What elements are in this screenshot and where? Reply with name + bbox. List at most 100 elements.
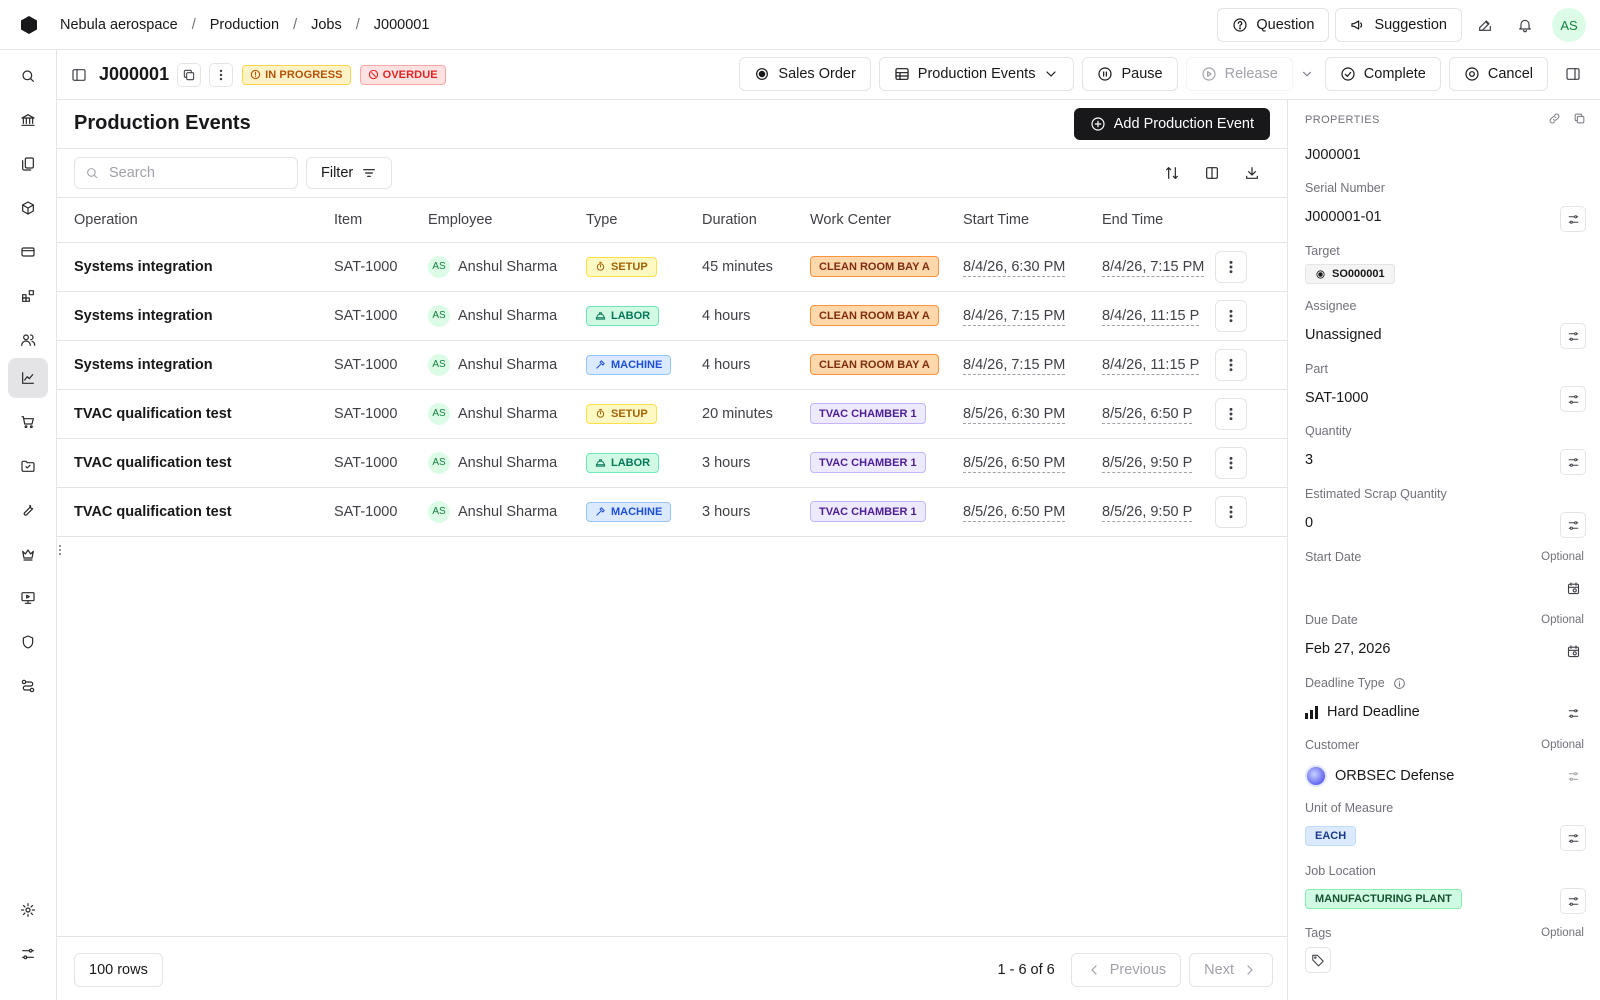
cube-icon[interactable]	[8, 188, 48, 228]
row-more-icon[interactable]	[1215, 495, 1247, 528]
more-vertical-icon[interactable]	[209, 62, 234, 87]
scrap-quantity-edit-icon[interactable]	[1560, 512, 1586, 538]
users-icon[interactable]	[8, 320, 48, 360]
table-row[interactable]: Systems integration SAT-1000 AS Anshul Shar…	[57, 242, 1287, 292]
part-edit-icon[interactable]	[1560, 386, 1586, 412]
column-header-end-time[interactable]: End Time	[1102, 198, 1215, 243]
end-time-value[interactable]: 8/5/26, 9:50 P	[1102, 454, 1193, 473]
end-time-value[interactable]: 8/4/26, 7:15 PM	[1102, 258, 1205, 277]
assignee-edit-icon[interactable]	[1560, 323, 1586, 349]
target-chip[interactable]: SO000001	[1305, 264, 1395, 284]
question-button[interactable]: Question	[1217, 8, 1330, 42]
column-header-employee[interactable]: Employee	[428, 198, 586, 243]
cart-icon[interactable]	[8, 402, 48, 442]
start-time-value[interactable]: 8/4/26, 6:30 PM	[963, 258, 1066, 277]
table-row[interactable]: TVAC qualification test SAT-1000 AS Anshul …	[57, 487, 1287, 537]
breadcrumb-jobs[interactable]: Jobs	[309, 17, 344, 33]
quantity-edit-icon[interactable]	[1560, 449, 1586, 475]
gear-icon[interactable]	[8, 890, 48, 930]
blocks-icon[interactable]	[8, 276, 48, 316]
next-page-button[interactable]: Next	[1189, 953, 1273, 987]
presentation-icon[interactable]	[8, 578, 48, 618]
rows-per-page-button[interactable]: 100 rows	[74, 953, 163, 987]
column-header-operation[interactable]: Operation	[57, 198, 334, 243]
row-more-icon[interactable]	[1215, 348, 1247, 381]
copy-icon[interactable]	[177, 62, 202, 87]
column-header-work-center[interactable]: Work Center	[810, 198, 963, 243]
suggestion-button[interactable]: Suggestion	[1335, 8, 1462, 42]
add-production-event-button[interactable]: Add Production Event	[1073, 108, 1270, 140]
documents-icon[interactable]	[8, 144, 48, 184]
cell-actions	[1215, 242, 1287, 292]
sidebar-toggle-icon[interactable]	[71, 67, 87, 83]
unit-of-measure-edit-icon[interactable]	[1560, 825, 1586, 851]
bank-icon[interactable]	[8, 100, 48, 140]
edit-icon[interactable]	[1468, 8, 1502, 42]
row-more-icon[interactable]	[1215, 446, 1247, 479]
card-icon[interactable]	[8, 232, 48, 272]
release-button[interactable]: Release	[1185, 57, 1293, 91]
table-row[interactable]: TVAC qualification test SAT-1000 AS Anshul …	[57, 389, 1287, 439]
breadcrumb-production[interactable]: Production	[208, 17, 281, 33]
due-date-calendar-icon[interactable]	[1560, 638, 1586, 664]
table-row[interactable]: Systems integration SAT-1000 AS Anshul Shar…	[57, 291, 1287, 341]
search-input[interactable]: Search	[74, 157, 298, 189]
start-time-value[interactable]: 8/4/26, 7:15 PM	[963, 307, 1066, 326]
serial-number-edit-icon[interactable]	[1560, 206, 1586, 232]
end-time-value[interactable]: 8/4/26, 11:15 P	[1102, 356, 1200, 375]
download-icon[interactable]	[1237, 157, 1267, 189]
customer-edit-icon[interactable]	[1560, 763, 1586, 789]
copy-icon[interactable]	[1573, 112, 1586, 125]
sales-order-label: Sales Order	[778, 66, 856, 82]
end-time-value[interactable]: 8/5/26, 6:50 P	[1102, 405, 1193, 424]
job-location-edit-icon[interactable]	[1560, 888, 1586, 914]
filter-button[interactable]: Filter	[306, 157, 393, 189]
release-options-chevron-icon[interactable]	[1297, 67, 1317, 81]
complete-button[interactable]: Complete	[1324, 57, 1441, 91]
column-header-duration[interactable]: Duration	[702, 198, 810, 243]
properties-panel-toggle-icon[interactable]	[1556, 57, 1590, 91]
breadcrumb-job[interactable]: J000001	[372, 17, 432, 33]
row-more-icon[interactable]	[1215, 250, 1247, 283]
route-icon[interactable]	[8, 666, 48, 706]
chevron-down-icon	[1043, 66, 1059, 82]
cancel-button[interactable]: Cancel	[1448, 57, 1548, 91]
chart-icon[interactable]	[8, 358, 48, 398]
end-time-value[interactable]: 8/5/26, 9:50 P	[1102, 503, 1193, 522]
link-icon[interactable]	[1548, 112, 1561, 125]
sales-order-button[interactable]: Sales Order	[739, 57, 871, 91]
shield-icon[interactable]	[8, 622, 48, 662]
start-time-value[interactable]: 8/5/26, 6:30 PM	[963, 405, 1066, 424]
wrench-icon[interactable]	[8, 490, 48, 530]
breadcrumb-company[interactable]: Nebula aerospace	[58, 17, 180, 33]
tag-icon[interactable]	[1305, 947, 1331, 973]
start-time-value[interactable]: 8/5/26, 6:50 PM	[963, 454, 1066, 473]
end-time-value[interactable]: 8/4/26, 11:15 P	[1102, 307, 1200, 326]
start-time-value[interactable]: 8/5/26, 6:50 PM	[963, 503, 1066, 522]
previous-page-button[interactable]: Previous	[1070, 953, 1182, 987]
app-logo-icon[interactable]	[0, 15, 58, 35]
inbox-icon[interactable]	[8, 446, 48, 486]
info-icon[interactable]	[1393, 677, 1406, 690]
start-date-calendar-icon[interactable]	[1560, 575, 1586, 601]
start-time-value[interactable]: 8/4/26, 7:15 PM	[963, 356, 1066, 375]
deadline-type-edit-icon[interactable]	[1560, 700, 1586, 726]
sort-icon[interactable]	[1157, 157, 1187, 189]
search-icon[interactable]	[8, 56, 48, 96]
column-header-type[interactable]: Type	[586, 198, 702, 243]
column-header-start-time[interactable]: Start Time	[963, 198, 1102, 243]
column-header-item[interactable]: Item	[334, 198, 428, 243]
pause-button[interactable]: Pause	[1082, 57, 1178, 91]
production-events-dropdown[interactable]: Production Events	[878, 57, 1075, 91]
sliders-icon[interactable]	[8, 934, 48, 974]
row-more-icon[interactable]	[1215, 299, 1247, 332]
row-more-icon[interactable]	[1215, 397, 1247, 430]
bell-icon[interactable]	[1508, 8, 1542, 42]
user-avatar[interactable]: AS	[1552, 8, 1586, 42]
table-row[interactable]: Systems integration SAT-1000 AS Anshul Shar…	[57, 340, 1287, 390]
resize-handle-icon[interactable]	[57, 543, 63, 557]
search-icon	[85, 166, 99, 180]
crown-icon[interactable]	[8, 534, 48, 574]
table-row[interactable]: TVAC qualification test SAT-1000 AS Anshul …	[57, 438, 1287, 488]
columns-icon[interactable]	[1197, 157, 1227, 189]
